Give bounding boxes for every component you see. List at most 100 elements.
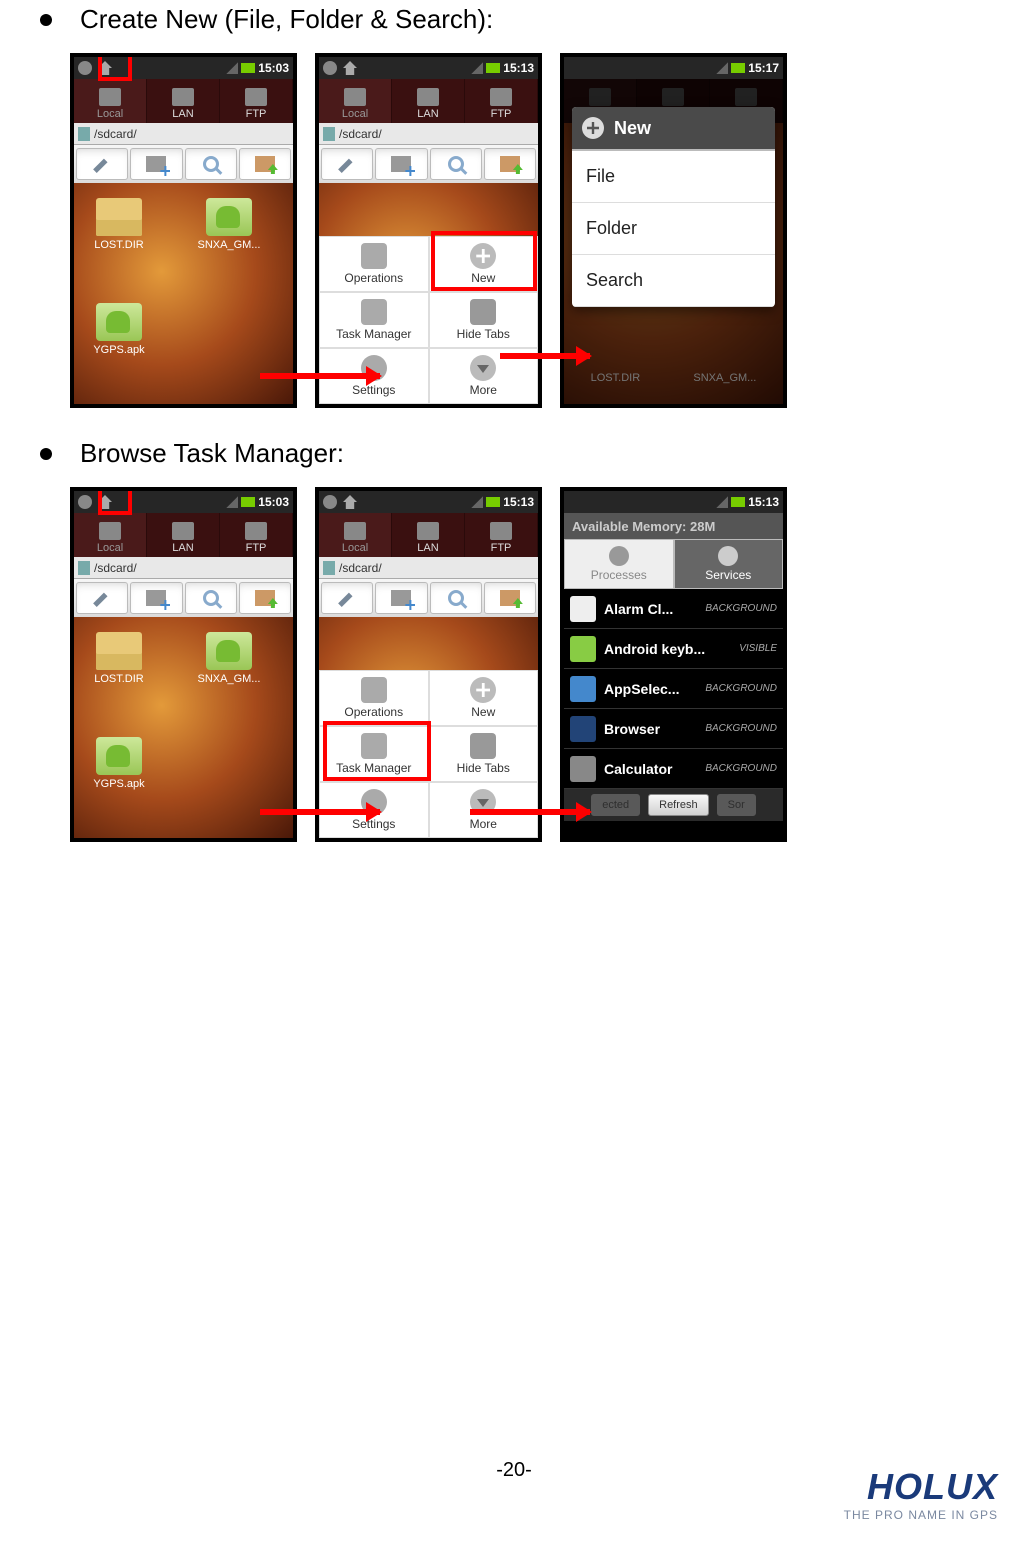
tab-lan[interactable]: LAN [392,513,465,557]
apk-snxa[interactable]: SNXA_GM... [194,632,264,685]
up-button[interactable] [239,148,291,180]
new-dialog-header: New [572,107,775,151]
menu-hidetabs[interactable]: Hide Tabs [429,292,539,348]
section2-heading: Browse Task Manager: [40,438,1028,469]
menu-new[interactable]: New [429,670,539,726]
apk-ygps[interactable]: YGPS.apk [84,303,154,356]
signal-icon [716,62,728,74]
process-row[interactable]: Android keyb...VISIBLE [564,629,783,669]
tab-local[interactable]: Local [319,513,392,557]
tab-ftp[interactable]: FTP [465,79,538,123]
menu-taskmgr[interactable]: Task Manager [319,292,429,348]
path-bar: /sdcard/ [74,557,293,579]
new-dialog: New File Folder Search [572,107,775,307]
section2-title: Browse Task Manager: [80,438,344,469]
tab-local[interactable]: Local [74,513,147,557]
toolbar [74,579,293,617]
signal-icon [226,62,238,74]
folder-lostdir[interactable]: LOST.DIR [84,198,154,251]
sdcard-icon [78,561,90,575]
tab-lan[interactable]: LAN [147,79,220,123]
menu-new[interactable]: New [429,236,539,292]
process-row[interactable]: AppSelec...BACKGROUND [564,669,783,709]
phone-4: 15:03 Local LAN FTP /sdcard/ LOST.DIR SN… [70,487,297,842]
tab-lan[interactable]: LAN [147,513,220,557]
phone-5: 15:13 Local LAN FTP /sdcard/ Operations … [315,487,542,842]
path-bar: /sdcard/ [319,123,538,145]
tab-local[interactable]: Local [74,79,147,123]
menu-taskmgr[interactable]: Task Manager [319,726,429,782]
up-button[interactable] [239,582,291,614]
tab-local[interactable]: Local [319,79,392,123]
apk-ygps[interactable]: YGPS.apk [84,737,154,790]
file-grid: LOST.DIR SNXA_GM... YGPS.apk [74,617,293,838]
clock: 15:13 [748,495,779,509]
new-option-folder[interactable]: Folder [572,203,775,255]
toolbar [319,145,538,183]
apk-snxa[interactable]: SNXA_GM... [194,198,264,251]
arrow-2-to-3 [500,353,590,359]
page-number: -20- [496,1459,532,1482]
file-grid: Operations New Task Manager Hide Tabs Se… [319,183,538,404]
arrow-5-to-6 [470,809,590,815]
nav-tabs: Local LAN FTP [319,79,538,123]
section1-screens: 15:03 Local LAN FTP /sdcard/ LOST.DIR SN… [70,53,1028,408]
battery-icon [731,497,745,507]
menu-operations[interactable]: Operations [319,670,429,726]
edit-button[interactable] [321,582,373,614]
nav-tabs: Local LAN FTP [319,513,538,557]
process-row[interactable]: BrowserBACKGROUND [564,709,783,749]
tab-processes[interactable]: Processes [564,539,674,589]
toolbar [319,579,538,617]
tab-services[interactable]: Services [674,539,784,589]
menu-icon [78,495,92,509]
new-option-file[interactable]: File [572,151,775,203]
tab-ftp[interactable]: FTP [465,513,538,557]
newfolder-button[interactable] [130,148,182,180]
newfolder-button[interactable] [375,582,427,614]
section1-title: Create New (File, Folder & Search): [80,4,493,35]
search-button[interactable] [430,148,482,180]
tab-lan[interactable]: LAN [392,79,465,123]
brand-name: HOLUX [844,1466,998,1508]
path-bar: /sdcard/ [74,123,293,145]
signal-icon [716,496,728,508]
phone-1: 15:03 Local LAN FTP /sdcard/ LOST.DIR SN… [70,53,297,408]
menu-hidetabs[interactable]: Hide Tabs [429,726,539,782]
signal-icon [471,62,483,74]
newfolder-button[interactable] [375,148,427,180]
kill-selected-button[interactable]: ected [591,794,640,816]
menu-operations[interactable]: Operations [319,236,429,292]
tab-ftp[interactable]: FTP [220,513,293,557]
search-button[interactable] [185,582,237,614]
edit-button[interactable] [321,148,373,180]
battery-icon [241,497,255,507]
tab-ftp[interactable]: FTP [220,79,293,123]
section1-heading: Create New (File, Folder & Search): [40,4,1028,35]
newfolder-button[interactable] [130,582,182,614]
file-grid: LOST.DIR SNXA_GM... YGPS.apk [74,183,293,404]
signal-icon [226,496,238,508]
new-option-search[interactable]: Search [572,255,775,307]
battery-icon [486,497,500,507]
process-row[interactable]: Alarm Cl...BACKGROUND [564,589,783,629]
sdcard-icon [323,561,335,575]
folder-lostdir[interactable]: LOST.DIR [84,632,154,685]
refresh-button[interactable]: Refresh [648,794,709,816]
up-button[interactable] [484,582,536,614]
arrow-1-to-2 [260,373,380,379]
file-grid: Operations New Task Manager Hide Tabs Se… [319,617,538,838]
search-button[interactable] [185,148,237,180]
edit-button[interactable] [76,148,128,180]
sdcard-icon [323,127,335,141]
edit-button[interactable] [76,582,128,614]
search-button[interactable] [430,582,482,614]
brand-logo: HOLUX THE PRO NAME IN GPS [844,1466,998,1522]
up-button[interactable] [484,148,536,180]
sort-button[interactable]: Sor [717,794,756,816]
home-icon [98,61,112,75]
path-bar: /sdcard/ [319,557,538,579]
process-row[interactable]: CalculatorBACKGROUND [564,749,783,789]
clock: 15:13 [503,495,534,509]
menu-icon [323,61,337,75]
